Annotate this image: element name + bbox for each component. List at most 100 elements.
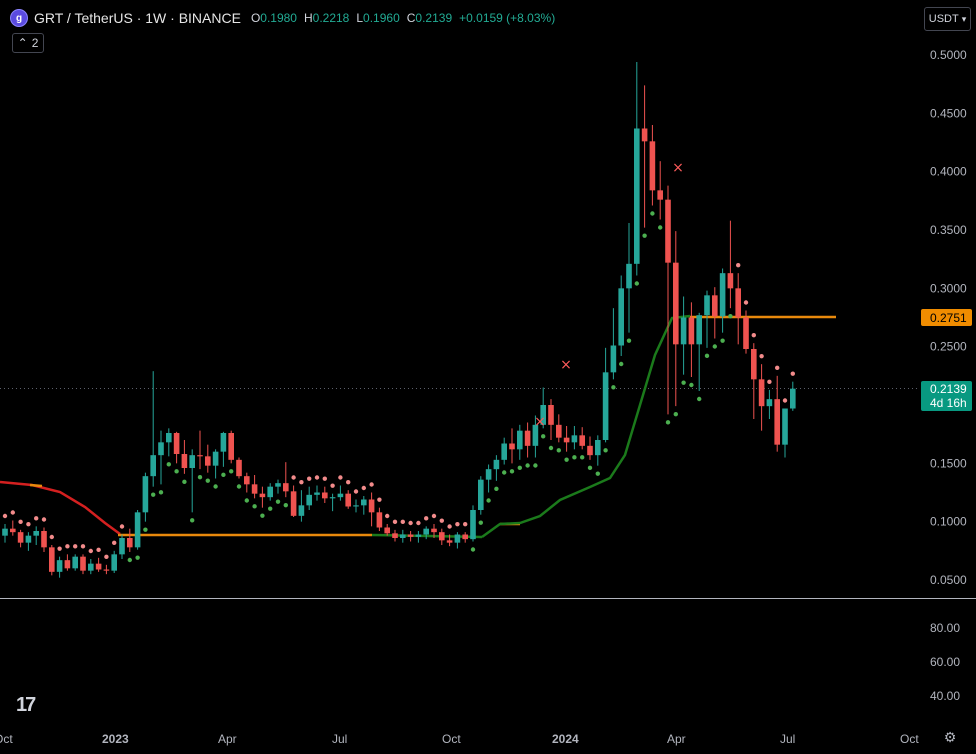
- candle-body[interactable]: [587, 445, 593, 456]
- candle-body[interactable]: [509, 443, 515, 450]
- candle-body[interactable]: [314, 492, 320, 495]
- candle-body[interactable]: [95, 563, 102, 570]
- candle-body[interactable]: [80, 556, 86, 571]
- candle-body[interactable]: [610, 345, 617, 373]
- candle-body[interactable]: [173, 433, 180, 454]
- candle-body[interactable]: [571, 435, 578, 443]
- candle-body[interactable]: [548, 405, 554, 425]
- candle-body[interactable]: [150, 455, 156, 477]
- candle-body[interactable]: [407, 534, 414, 537]
- candle-body[interactable]: [2, 528, 8, 536]
- candle-body[interactable]: [641, 128, 648, 142]
- candle-body[interactable]: [298, 505, 305, 516]
- candle-body[interactable]: [470, 510, 476, 540]
- candle-body[interactable]: [306, 494, 312, 506]
- candle-body[interactable]: [712, 295, 718, 317]
- candle-body[interactable]: [649, 141, 656, 191]
- candle-body[interactable]: [384, 527, 390, 534]
- candle-body[interactable]: [446, 540, 453, 543]
- symbol-title[interactable]: GRT / TetherUS · 1W · BINANCE: [34, 10, 241, 26]
- candle-body[interactable]: [197, 455, 203, 457]
- candle-body[interactable]: [423, 528, 429, 535]
- candle-body[interactable]: [251, 484, 258, 494]
- candle-body[interactable]: [431, 528, 437, 533]
- candle-body[interactable]: [454, 534, 461, 543]
- candle-body[interactable]: [10, 528, 16, 533]
- candle-body[interactable]: [719, 273, 726, 317]
- candle-body[interactable]: [353, 505, 359, 507]
- candle-body[interactable]: [415, 534, 422, 537]
- candle-body[interactable]: [158, 442, 164, 456]
- candle-body[interactable]: [680, 317, 687, 345]
- candle-body[interactable]: [743, 317, 749, 350]
- candle-body[interactable]: [267, 486, 273, 498]
- candle-body[interactable]: [111, 554, 117, 571]
- candle-body[interactable]: [205, 456, 211, 466]
- candle-body[interactable]: [88, 563, 94, 571]
- candle-body[interactable]: [790, 388, 796, 409]
- candle-body[interactable]: [17, 532, 24, 543]
- candle-body[interactable]: [33, 531, 39, 536]
- candle-body[interactable]: [25, 535, 32, 543]
- candle-body[interactable]: [64, 560, 71, 569]
- candle-body[interactable]: [345, 493, 351, 507]
- settings-icon[interactable]: ⚙: [942, 729, 958, 745]
- candle-body[interactable]: [119, 538, 125, 555]
- candle-body[interactable]: [134, 512, 141, 548]
- candle-body[interactable]: [400, 534, 406, 539]
- candle-body[interactable]: [439, 532, 445, 541]
- tradingview-logo[interactable]: 17: [16, 694, 36, 717]
- candle-body[interactable]: [696, 315, 702, 345]
- candle-body[interactable]: [751, 349, 757, 380]
- currency-button[interactable]: USDT ▾: [924, 7, 971, 31]
- candle-body[interactable]: [524, 430, 531, 446]
- candle-body[interactable]: [290, 491, 297, 516]
- candle-body[interactable]: [735, 288, 741, 318]
- candle-body[interactable]: [259, 493, 266, 498]
- candle-body[interactable]: [657, 190, 663, 200]
- indicator-collapse-button[interactable]: ⌃ 2: [12, 33, 44, 53]
- candle-body[interactable]: [563, 437, 570, 443]
- candle-body[interactable]: [478, 479, 484, 510]
- candle-body[interactable]: [283, 483, 289, 492]
- candle-body[interactable]: [782, 408, 788, 445]
- candle-body[interactable]: [103, 569, 110, 571]
- candle-body[interactable]: [361, 499, 367, 506]
- candle-body[interactable]: [166, 433, 172, 443]
- candle-body[interactable]: [556, 424, 562, 438]
- candle-body[interactable]: [220, 433, 227, 452]
- candle-body[interactable]: [49, 547, 55, 572]
- candle-body[interactable]: [602, 372, 609, 440]
- candle-body[interactable]: [376, 512, 383, 528]
- candle-body[interactable]: [462, 534, 468, 540]
- candle-body[interactable]: [618, 288, 624, 346]
- candle-body[interactable]: [56, 560, 63, 572]
- candle-body[interactable]: [688, 317, 695, 345]
- candle-body[interactable]: [501, 443, 507, 460]
- candle-body[interactable]: [212, 451, 219, 466]
- candle-body[interactable]: [595, 440, 601, 456]
- candle-body[interactable]: [517, 430, 523, 450]
- candle-body[interactable]: [579, 435, 585, 446]
- candle-body[interactable]: [727, 273, 734, 289]
- candle-body[interactable]: [189, 455, 195, 468]
- candle-body[interactable]: [704, 295, 710, 316]
- candle-body[interactable]: [181, 454, 188, 468]
- candle-body[interactable]: [392, 533, 398, 538]
- candle-body[interactable]: [322, 492, 328, 499]
- candle-body[interactable]: [236, 459, 242, 477]
- candle-body[interactable]: [766, 399, 773, 407]
- candle-body[interactable]: [72, 556, 78, 569]
- candle-body[interactable]: [41, 531, 47, 548]
- candle-body[interactable]: [665, 199, 671, 263]
- candle-body[interactable]: [368, 499, 375, 513]
- candle-body[interactable]: [485, 469, 492, 480]
- candle-body[interactable]: [493, 459, 500, 470]
- candle-body[interactable]: [329, 497, 336, 499]
- candle-body[interactable]: [142, 476, 149, 513]
- candle-body[interactable]: [244, 476, 250, 485]
- candle-body[interactable]: [634, 128, 640, 264]
- candle-body[interactable]: [673, 262, 679, 345]
- candle-body[interactable]: [228, 433, 234, 460]
- candle-body[interactable]: [774, 399, 780, 445]
